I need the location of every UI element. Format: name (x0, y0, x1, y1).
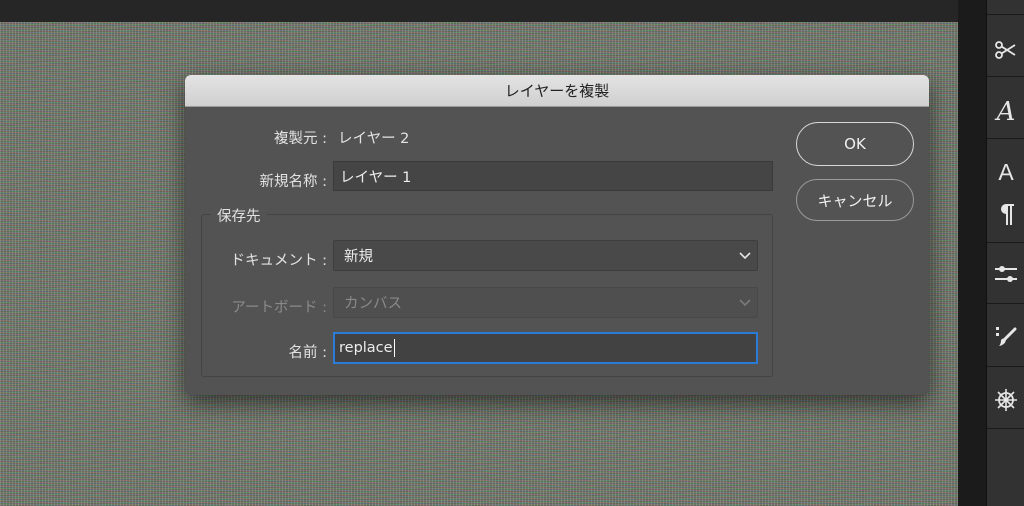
artboard-select: カンバス (333, 287, 758, 318)
ok-button[interactable]: OK (796, 122, 914, 166)
tool-panel: A A (986, 0, 1024, 506)
character-panel-glyph: A (998, 158, 1014, 185)
new-name-label: 新規名称 : (259, 174, 328, 190)
chevron-down-icon (739, 298, 751, 306)
destination-group-title: 保存先 (211, 205, 267, 226)
document-label: ドキュメント : (230, 253, 328, 269)
navigator-wheel-icon[interactable] (987, 382, 1024, 418)
text-caret (393, 339, 395, 357)
paragraph-icon[interactable] (987, 196, 1024, 232)
artboard-label: アートボード : (231, 300, 327, 316)
scissors-tools-icon[interactable] (987, 30, 1024, 70)
top-menu-strip (0, 0, 958, 22)
tool-separator (987, 14, 1024, 15)
dialog-titlebar: レイヤーを複製 (185, 75, 929, 107)
tool-separator (987, 303, 1024, 304)
tool-separator (987, 428, 1024, 429)
name-label: 名前 : (288, 345, 328, 361)
tool-separator (987, 76, 1024, 77)
character-style-icon[interactable]: A (987, 92, 1024, 132)
name-input[interactable]: replace (333, 332, 758, 364)
new-name-input[interactable]: レイヤー 1 (333, 161, 773, 191)
new-name-input-value: レイヤー 1 (340, 169, 412, 186)
tool-separator (987, 366, 1024, 367)
character-style-glyph: A (996, 97, 1016, 127)
panel-gap (958, 0, 986, 506)
brush-presets-icon[interactable] (987, 318, 1024, 354)
duplicate-layer-dialog: レイヤーを複製 複製元 : レイヤー 2 新規名称 : レイヤー 1 保存先 ド… (185, 75, 929, 395)
tool-separator (987, 242, 1024, 243)
document-select-value: 新規 (344, 249, 373, 265)
source-label: 複製元 : (274, 131, 327, 147)
tool-separator (987, 138, 1024, 139)
document-select[interactable]: 新規 (333, 240, 758, 271)
character-panel-icon[interactable]: A (987, 154, 1024, 190)
cancel-button[interactable]: キャンセル (796, 179, 914, 221)
ok-button-label: OK (844, 135, 866, 153)
name-input-value: replace (339, 340, 393, 356)
cancel-button-label: キャンセル (817, 191, 893, 210)
dialog-title: レイヤーを複製 (504, 82, 610, 100)
artboard-select-value: カンバス (344, 296, 402, 312)
chevron-down-icon (739, 251, 751, 259)
source-value: レイヤー 2 (338, 131, 410, 147)
adjustments-icon[interactable] (987, 256, 1024, 292)
